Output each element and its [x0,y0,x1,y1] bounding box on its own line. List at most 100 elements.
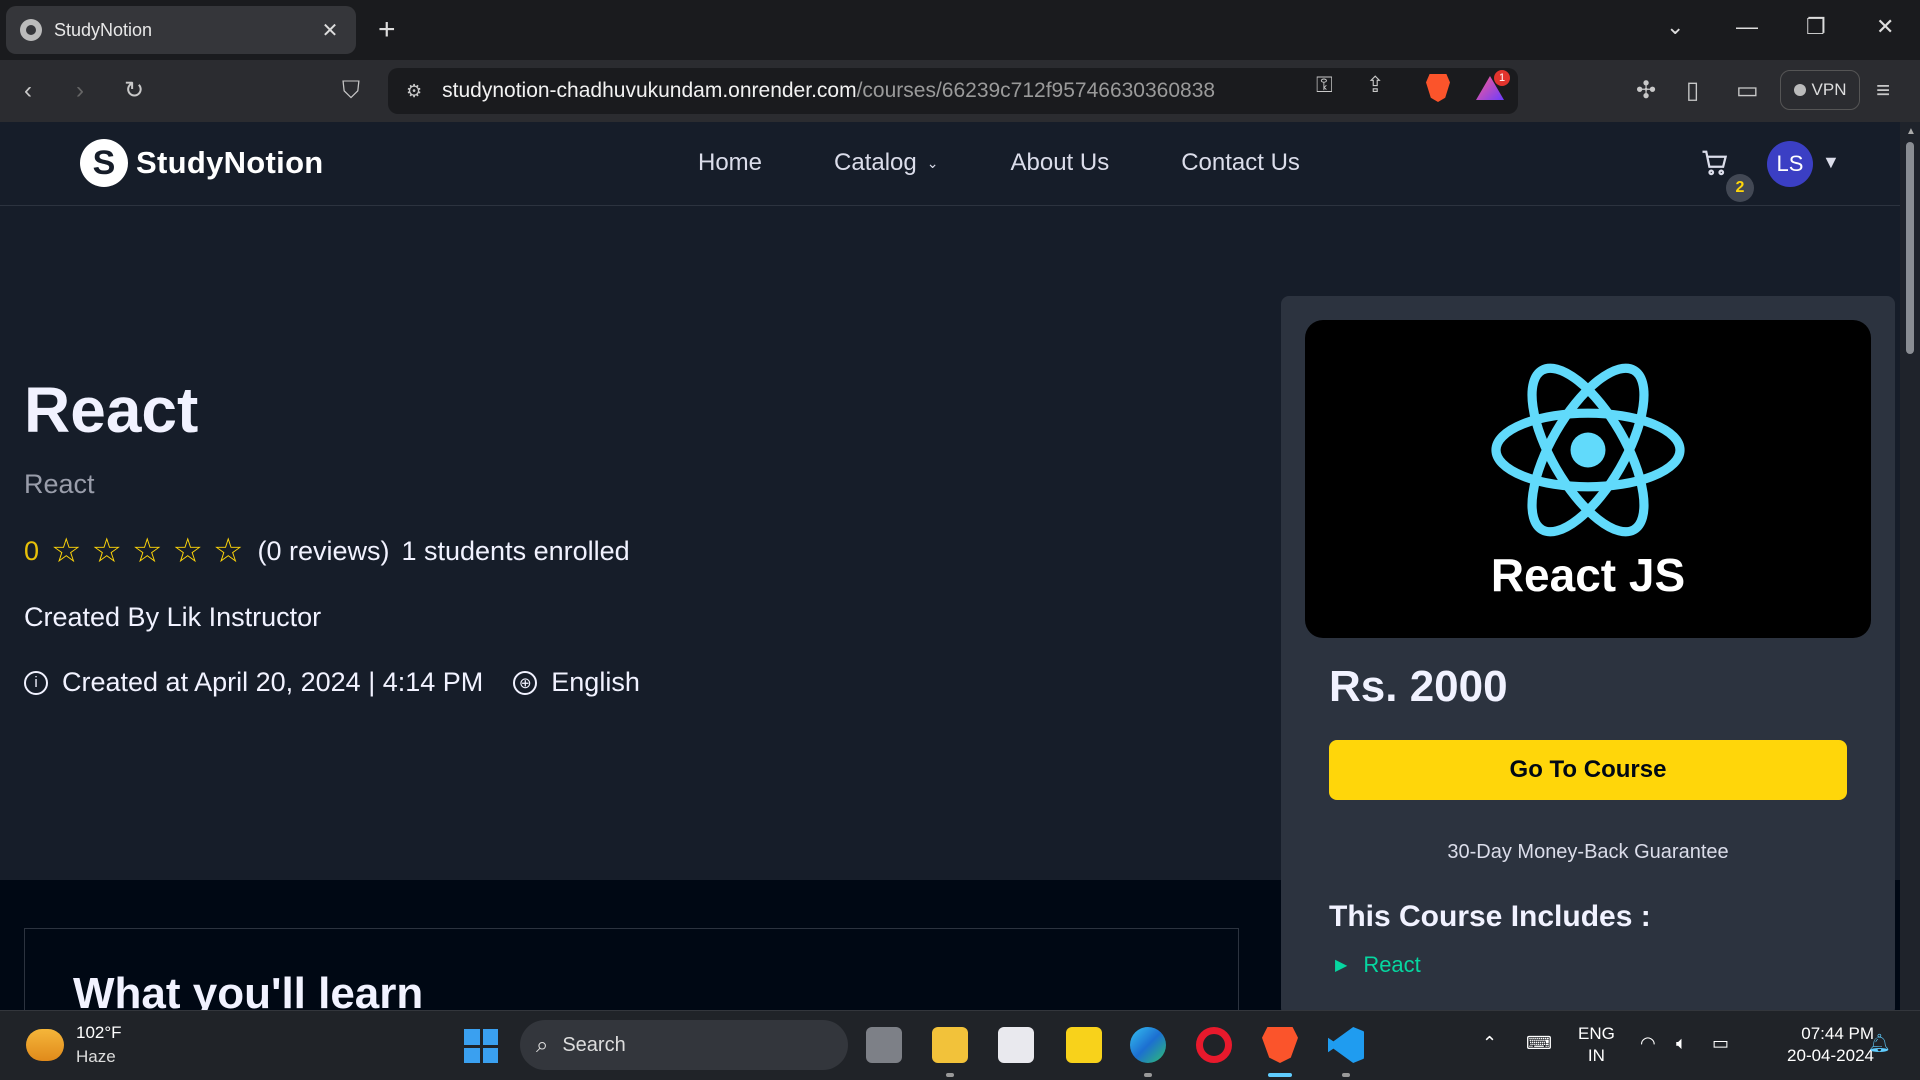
clock-date: 20-04-2024 [1787,1046,1874,1065]
browser-tab-strip: StudyNotion ✕ + ⌄ — ❐ ✕ [0,0,1920,60]
menu-icon[interactable]: ≡ [1876,76,1890,106]
back-icon[interactable]: ‹ [24,76,32,106]
rating-stars: ☆ ☆ ☆ ☆ ☆ [51,534,253,568]
sidebar-icon[interactable]: ▯ [1686,76,1699,106]
nav-home[interactable]: Home [698,149,762,177]
include-item-label: React [1363,952,1421,977]
site-settings-icon[interactable]: ⚙ [406,81,422,102]
active-app-indicator [1268,1073,1292,1077]
search-icon: ⌕ [536,1032,549,1057]
task-view-icon[interactable] [866,1027,902,1063]
wallet-icon[interactable]: ▭ [1736,76,1759,106]
extensions-icon[interactable]: ✣ [1636,76,1656,106]
opera-icon[interactable] [1196,1027,1232,1063]
cart-count-badge: 2 [1726,174,1754,202]
course-title: React [24,374,199,446]
star-icon: ☆ [51,532,82,570]
windows-taskbar: 102°F Haze ⌕ Search ⌃ ⌨ ENG IN ◠ 🔈︎ ▭ 07… [0,1010,1920,1080]
created-by: Created By Lik Instructor [24,602,322,632]
volume-icon[interactable]: 🔈︎ [1676,1033,1687,1054]
url-path: /courses/66239c712f95746630360838 [856,79,1216,102]
course-price: Rs. 2000 [1329,662,1508,711]
react-logo-icon [1491,363,1685,537]
language-indicator[interactable]: ENG IN [1578,1023,1615,1067]
close-window-icon[interactable]: ✕ [1876,14,1894,40]
browser-tab[interactable]: StudyNotion ✕ [6,6,356,54]
snipping-tool-icon[interactable] [998,1027,1034,1063]
course-purchase-card: React JS Rs. 2000 Go To Course 30-Day Mo… [1281,296,1895,1016]
vpn-label: VPN [1811,80,1847,99]
browser-toolbar: ‹ › ↻ ⛉ ⚙ studynotion-chadhuvukundam.onr… [0,60,1920,122]
includes-heading: This Course Includes : [1329,900,1651,933]
forward-icon[interactable]: › [76,76,84,106]
tab-title: StudyNotion [54,19,153,40]
running-indicator [946,1073,954,1077]
search-label: Search [562,1033,626,1056]
bookmark-icon[interactable]: ⛉ [342,76,360,106]
tab-search-chevron-icon[interactable]: ⌄ [1666,14,1684,40]
running-indicator [1342,1073,1350,1077]
list-item: ▶ React [1335,952,1421,978]
logo-name: StudyNotion [136,145,324,180]
rating-row: 0 ☆ ☆ ☆ ☆ ☆ (0 reviews) 1 students enrolled [24,534,630,568]
logo-mark: S [80,139,128,187]
minimize-icon[interactable]: — [1736,14,1758,40]
vpn-button[interactable]: VPN [1780,70,1860,110]
battery-icon[interactable]: ▭ [1712,1033,1729,1054]
course-thumbnail: React JS [1305,320,1871,638]
nav-catalog-label: Catalog [834,149,917,176]
profile-dropdown-icon[interactable]: ▼ [1822,152,1840,173]
page-scrollbar[interactable]: ▲ [1900,122,1920,1010]
lang-region: IN [1587,1046,1605,1065]
lang-code: ENG [1578,1024,1615,1043]
info-icon: i [24,670,48,695]
edge-icon[interactable] [1130,1027,1166,1063]
address-bar[interactable]: ⚙ studynotion-chadhuvukundam.onrender.co… [388,68,1518,114]
nav-about[interactable]: About Us [1011,149,1110,177]
wifi-icon[interactable]: ◠ [1640,1033,1656,1054]
restore-icon[interactable]: ❐ [1806,14,1826,40]
globe-icon: ⊕ [513,670,538,695]
nav-home-label: Home [698,149,763,176]
average-rating: 0 [24,535,40,566]
scrollbar-thumb[interactable] [1906,142,1914,354]
vscode-icon[interactable] [1328,1027,1364,1063]
key-icon[interactable]: ⚿ [1316,72,1333,98]
notification-bell-icon[interactable]: 🔔︎ [1868,1033,1891,1054]
file-explorer-icon[interactable] [932,1027,968,1063]
weather-condition[interactable]: Haze [76,1047,116,1067]
scroll-up-icon[interactable]: ▲ [1906,126,1916,137]
reload-icon[interactable]: ↻ [124,76,144,106]
nav-links: Home Catalog ⌄ About Us Contact Us [698,149,1372,177]
brave-browser-icon[interactable] [1262,1027,1298,1063]
nav-contact[interactable]: Contact Us [1181,149,1300,177]
start-button[interactable] [464,1029,498,1063]
site-logo[interactable]: S StudyNotion [80,139,324,187]
system-clock[interactable]: 07:44 PM 20-04-2024 [1760,1023,1874,1067]
tab-close-icon[interactable]: ✕ [318,18,342,43]
course-language: English [551,667,640,697]
go-to-course-button[interactable]: Go To Course [1329,740,1847,800]
money-back-guarantee: 30-Day Money-Back Guarantee [1447,841,1729,863]
star-icon: ☆ [132,532,163,570]
chevron-down-icon: ⌄ [926,154,939,171]
chevron-up-icon[interactable]: ⌃ [1482,1033,1497,1054]
weather-temperature[interactable]: 102°F [76,1023,122,1043]
created-at: Created at April 20, 2024 | 4:14 PM [62,667,484,697]
review-count: (0 reviews) [257,535,390,566]
course-meta: i Created at April 20, 2024 | 4:14 PM ⊕ … [24,667,640,698]
globe-favicon-icon [20,19,42,41]
keyboard-icon[interactable]: ⌨ [1526,1033,1552,1054]
nav-catalog[interactable]: Catalog ⌄ [834,149,938,177]
star-icon: ☆ [212,532,244,570]
sticky-notes-icon[interactable] [1066,1027,1102,1063]
vpn-status-icon [1793,84,1806,96]
weather-haze-icon[interactable] [26,1029,64,1061]
new-tab-button[interactable]: + [378,12,396,48]
share-icon[interactable]: ⇪ [1366,72,1384,98]
star-icon: ☆ [172,532,203,570]
cart-icon[interactable] [1700,148,1730,186]
nav-contact-label: Contact Us [1181,149,1300,176]
avatar[interactable]: LS [1767,141,1813,187]
taskbar-search[interactable]: ⌕ Search [520,1020,848,1070]
